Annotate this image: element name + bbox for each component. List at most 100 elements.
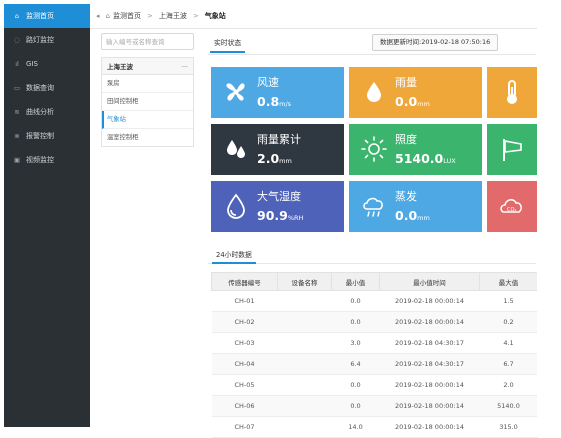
- sidebar-item-label: 路灯监控: [26, 36, 54, 44]
- sidebar-item-gis[interactable]: ıl GIS: [4, 52, 90, 76]
- breadcrumb-item-site[interactable]: 上海王波: [159, 11, 187, 21]
- table-cell: 2019-02-18 00:00:14: [379, 290, 480, 312]
- table-cell: 4.1: [479, 332, 538, 354]
- table-cell: 0.0: [331, 311, 380, 333]
- device-panel: 上海王波 — 泵房 田间控制柜 气象站 温室控制柜: [101, 33, 196, 147]
- sidebar-item-label: 数据查询: [26, 84, 54, 92]
- table-cell: 14.0: [331, 416, 380, 438]
- column-header[interactable]: 设备名称: [277, 272, 332, 291]
- table-cell: CH-04: [211, 353, 278, 375]
- card-rainfall: 雨量 0.0mm: [349, 67, 482, 118]
- card-label: 风速: [257, 76, 279, 89]
- table-row[interactable]: CH-03 3.0 2019-02-18 04:30:17 4.1: [211, 332, 538, 354]
- column-header[interactable]: 传感器编号: [211, 272, 278, 291]
- raindrop-icon: [367, 82, 381, 102]
- database-icon: ▭: [13, 84, 21, 92]
- table-row[interactable]: CH-02 0.0 2019-02-18 00:00:14 0.2: [211, 311, 538, 333]
- device-item-field-cabinet[interactable]: 田间控制柜: [102, 93, 193, 111]
- card-value: 90.9%RH: [257, 208, 304, 223]
- card-label: 蒸发: [395, 190, 417, 203]
- device-group-header[interactable]: 上海王波 —: [102, 58, 193, 75]
- sidebar-item-home[interactable]: ⌂ 监测首页: [4, 4, 90, 28]
- windsock-icon: [503, 139, 522, 161]
- device-search-input[interactable]: [101, 33, 194, 50]
- menu-collapse-icon[interactable]: ◂: [96, 12, 100, 20]
- column-header[interactable]: 最大值: [479, 272, 538, 291]
- sidebar-item-curve-analysis[interactable]: ≋ 曲线分析: [4, 100, 90, 124]
- table-cell: 315.0: [479, 416, 538, 438]
- card-evaporation: 蒸发 0.0mm: [349, 181, 482, 232]
- card-value: 5140.0LUX: [395, 151, 456, 166]
- table-row[interactable]: CH-01 0.0 2019-02-18 00:00:14 1.5: [211, 290, 538, 312]
- table-cell: [277, 353, 332, 375]
- table-cell: [277, 311, 332, 333]
- table-cell: 2019-02-18 04:30:17: [379, 332, 480, 354]
- tab-realtime-status[interactable]: 实时状态: [210, 37, 246, 53]
- sidebar-item-data-query[interactable]: ▭ 数据查询: [4, 76, 90, 100]
- update-time-badge[interactable]: 数据更新时间:2019-02-18 07:50:16: [372, 34, 499, 51]
- chart-icon: ≋: [14, 108, 20, 116]
- sidebar-item-video[interactable]: ▣ 视频监控: [4, 148, 90, 172]
- device-group: 上海王波 — 泵房 田间控制柜 气象站 温室控制柜: [101, 57, 194, 147]
- table-cell: 1.5: [479, 290, 538, 312]
- table-row[interactable]: CH-05 0.0 2019-02-18 00:00:14 2.0: [211, 374, 538, 396]
- table-cell: CH-01: [211, 290, 278, 312]
- device-item-greenhouse-cabinet[interactable]: 温室控制柜: [102, 129, 193, 146]
- card-value: 2.0mm: [257, 151, 292, 166]
- co2-cloud-icon: CO₂: [500, 199, 522, 213]
- breadcrumb-separator: >: [192, 12, 199, 20]
- collapse-toggle-icon[interactable]: —: [182, 62, 189, 70]
- card-value: 0.8m/s: [257, 94, 292, 109]
- table-cell: CH-05: [211, 374, 278, 396]
- breadcrumb-item-home[interactable]: 监测首页: [113, 11, 141, 21]
- sidebar-item-streetlight[interactable]: ◌ 路灯监控: [4, 28, 90, 52]
- breadcrumb-separator: >: [146, 12, 153, 20]
- signal-icon: ıl: [15, 60, 19, 68]
- card-value: 0.0mm: [395, 94, 430, 109]
- home-icon: ⌂: [105, 12, 110, 20]
- column-header[interactable]: 最小值时间: [379, 272, 480, 291]
- realtime-header: 实时状态 数据更新时间:2019-02-18 07:50:16: [208, 32, 536, 55]
- card-label: 雨量累计: [257, 133, 301, 146]
- table-cell: 2019-02-18 00:00:14: [379, 374, 480, 396]
- breadcrumb-item-current: 气象站: [204, 12, 226, 20]
- column-header[interactable]: 最小值: [331, 272, 380, 291]
- thermometer-icon: [507, 80, 517, 104]
- table-row[interactable]: CH-04 6.4 2019-02-18 04:30:17 6.7: [211, 353, 538, 375]
- table-row[interactable]: CH-06 0.0 2019-02-18 00:00:14 5140.0: [211, 395, 538, 417]
- table-header-row: 传感器编号 设备名称 最小值 最小值时间 最大值: [211, 272, 538, 291]
- table-cell: [277, 290, 332, 312]
- device-item-weather-station[interactable]: 气象站: [102, 111, 193, 129]
- card-value: 0.0mm: [395, 208, 430, 223]
- sidebar-item-label: GIS: [26, 60, 38, 68]
- tab-24h-data[interactable]: 24小时数据: [212, 249, 256, 264]
- lightbulb-icon: ◌: [14, 36, 20, 44]
- card-label: 照度: [395, 133, 417, 146]
- card-label: 大气湿度: [257, 190, 301, 203]
- breadcrumb: ◂ ⌂ 监测首页 > 上海王波 > 气象站: [90, 4, 537, 29]
- table-cell: 5140.0: [479, 395, 538, 417]
- sun-icon: [361, 136, 387, 162]
- table-cell: 2019-02-18 00:00:14: [379, 311, 480, 333]
- table-cell: 0.2: [479, 311, 538, 333]
- device-item-pump-room[interactable]: 泵房: [102, 75, 193, 93]
- table-cell: 2019-02-18 04:30:17: [379, 353, 480, 375]
- cloud-rain-icon: [363, 197, 383, 217]
- sidebar-item-label: 视频监控: [26, 156, 54, 164]
- table-cell: CH-06: [211, 395, 278, 417]
- table-cell: 2019-02-18 00:00:14: [379, 416, 480, 438]
- alarm-icon: ⊗: [14, 132, 20, 140]
- card-wind-direction: [487, 124, 537, 175]
- card-humidity: 大气湿度 90.9%RH: [211, 181, 344, 232]
- table-cell: 6.4: [331, 353, 380, 375]
- table-cell: 0.0: [331, 395, 380, 417]
- sidebar-item-label: 监测首页: [26, 12, 54, 20]
- sidebar: ⌂ 监测首页 ◌ 路灯监控 ıl GIS ▭ 数据查询 ≋ 曲线分析 ⊗ 报警控…: [4, 4, 90, 427]
- card-rainfall-total: 雨量累计 2.0mm: [211, 124, 344, 175]
- table-cell: CH-02: [211, 311, 278, 333]
- table-cell: [277, 374, 332, 396]
- table-row[interactable]: CH-07 14.0 2019-02-18 00:00:14 315.0: [211, 416, 538, 438]
- sensor-table: 传感器编号 设备名称 最小值 最小值时间 最大值 CH-01 0.0 2019-…: [211, 272, 538, 438]
- sidebar-item-alarm[interactable]: ⊗ 报警控制: [4, 124, 90, 148]
- table-cell: 6.7: [479, 353, 538, 375]
